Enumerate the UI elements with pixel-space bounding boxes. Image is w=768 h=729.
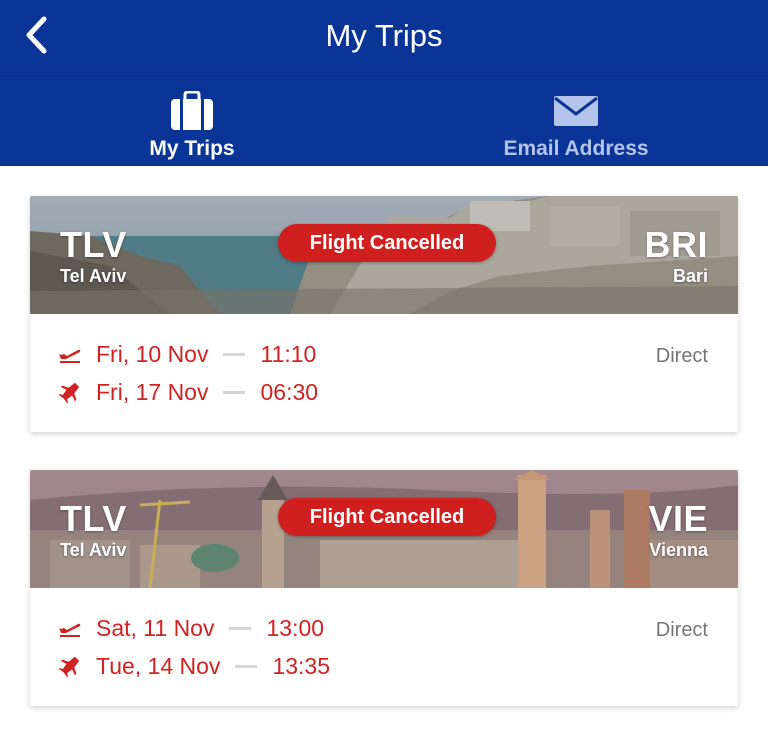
leg-date: Tue, 14 Nov [96,652,221,679]
departure-plane-icon [58,342,82,366]
separator [235,664,258,668]
leg-date: Fri, 17 Nov [96,378,209,405]
origin-code: TLV [60,224,127,265]
tab-bar: My Trips Email Address [0,77,768,166]
envelope-icon [553,89,599,133]
status-badge: Flight Cancelled [278,224,496,262]
return-leg: Tue, 14 Nov 13:35 [58,651,330,681]
return-plane-icon [58,380,82,404]
trip-details: Sat, 11 Nov 13:00 Tue, 14 Nov 13:35 Dire… [30,588,738,706]
destination-city: Bari [672,266,708,286]
status-badge: Flight Cancelled [278,498,496,536]
return-plane-icon [58,654,82,678]
destination-code: BRI [644,224,708,265]
suitcase-icon [170,89,214,133]
leg-time: 13:00 [266,614,325,641]
leg-time: 11:10 [260,340,317,367]
origin-city: Tel Aviv [60,266,127,286]
trip-details: Fri, 10 Nov 11:10 Fri, 17 Nov 06:30 Dire… [30,314,738,432]
departure-plane-icon [58,616,82,640]
origin-city: Tel Aviv [60,540,127,560]
leg-date: Sat, 11 Nov [96,614,215,641]
trip-card[interactable]: TLV Tel Aviv Flight Cancelled BRI Bari F… [30,196,738,432]
trip-card[interactable]: TLV Tel Aviv Flight Cancelled VIE Vienna… [30,470,738,706]
destination-banner: TLV Tel Aviv Flight Cancelled VIE Vienna [30,470,738,588]
outbound-leg: Fri, 10 Nov 11:10 [58,339,316,369]
leg-date: Fri, 10 Nov [96,340,209,367]
separator [223,390,246,394]
leg-time: 13:35 [272,652,330,679]
tab-email-address[interactable]: Email Address [384,77,768,166]
outbound-leg: Sat, 11 Nov 13:00 [58,613,324,643]
return-leg: Fri, 17 Nov 06:30 [58,377,318,407]
separator [223,352,246,356]
destination-city: Vienna [649,540,708,560]
stops-label: Direct [655,619,708,641]
destination-banner: TLV Tel Aviv Flight Cancelled BRI Bari [30,196,738,314]
destination-code: VIE [648,498,708,539]
leg-time: 06:30 [260,378,319,405]
tab-my-trips[interactable]: My Trips [0,77,384,166]
origin-code: TLV [60,498,127,539]
page-title: My Trips [325,18,443,53]
app-header: My Trips My Trips Email Address [0,0,768,166]
separator [229,626,252,630]
tab-label: My Trips [149,137,235,160]
stops-label: Direct [655,345,708,367]
title-bar: My Trips [0,0,768,76]
tab-label: Email Address [503,137,649,160]
